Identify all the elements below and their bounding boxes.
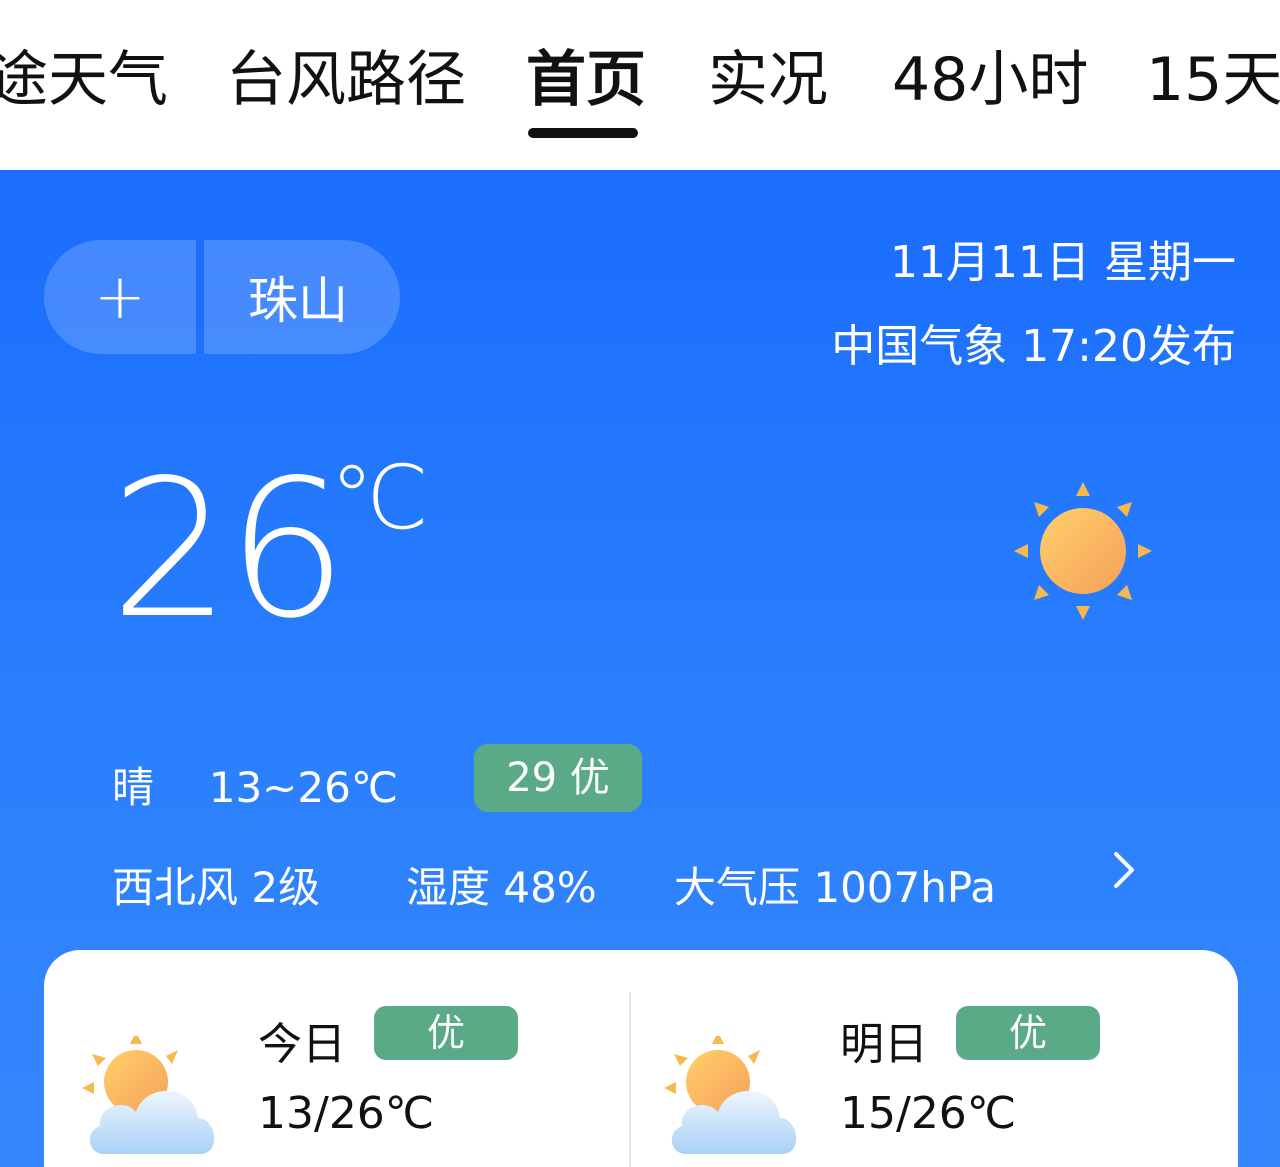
forecast-card: 今日 优 13/26℃ 明日 优 15/26℃ bbox=[44, 950, 1238, 1167]
condition-text: 晴 bbox=[112, 763, 155, 812]
sun-icon bbox=[1014, 482, 1152, 620]
condition-summary: 晴 13~26℃ bbox=[112, 754, 398, 815]
partly-cloudy-icon bbox=[82, 1036, 215, 1154]
humidity-info: 湿度 48% bbox=[406, 863, 597, 912]
tab-home[interactable]: 首页 bbox=[526, 42, 646, 118]
tab-15-days[interactable]: 15天 bbox=[1146, 42, 1280, 118]
day-label: 明日 bbox=[840, 1019, 928, 1070]
date-label: 11月11日 星期一 bbox=[890, 237, 1236, 288]
chevron-right-icon[interactable] bbox=[1106, 850, 1142, 890]
location-pill: + 珠山 bbox=[44, 240, 400, 354]
current-weather-panel: + 珠山 11月11日 星期一 中国气象 17:20发布 26 ℃ 晴 13~2 bbox=[0, 170, 1280, 1167]
partly-cloudy-icon bbox=[664, 1036, 797, 1154]
forecast-tomorrow[interactable]: 明日 优 15/26℃ bbox=[626, 950, 1206, 1167]
pill-divider bbox=[196, 240, 204, 354]
city-name[interactable]: 珠山 bbox=[248, 240, 348, 354]
add-city-button[interactable]: + bbox=[44, 240, 196, 354]
forecast-today[interactable]: 今日 优 13/26℃ bbox=[44, 950, 624, 1167]
publish-info: 中国气象 17:20发布 bbox=[831, 321, 1236, 372]
tab-typhoon-path[interactable]: 台风路径 bbox=[226, 42, 466, 118]
active-tab-indicator bbox=[528, 128, 638, 138]
temperature-range: 13~26℃ bbox=[208, 763, 398, 812]
pressure-info: 大气压 1007hPa bbox=[674, 863, 997, 912]
air-quality-badge: 优 bbox=[956, 1006, 1100, 1060]
current-temperature: 26 bbox=[110, 439, 348, 660]
day-label: 今日 bbox=[258, 1019, 346, 1070]
tab-live[interactable]: 实况 bbox=[708, 42, 828, 118]
wind-info: 西北风 2级 bbox=[112, 863, 321, 912]
tab-trip-weather[interactable]: 途天气 bbox=[0, 42, 168, 118]
aqi-badge[interactable]: 29 优 bbox=[474, 744, 642, 812]
air-quality-badge: 优 bbox=[374, 1006, 518, 1060]
top-navigation: 途天气 台风路径 首页 实况 48小时 15天 bbox=[0, 0, 1280, 170]
temperature-unit: ℃ bbox=[330, 446, 429, 549]
tab-48-hours[interactable]: 48小时 bbox=[892, 42, 1088, 118]
day-temperature: 13/26℃ bbox=[258, 1088, 435, 1139]
day-temperature: 15/26℃ bbox=[840, 1088, 1017, 1139]
